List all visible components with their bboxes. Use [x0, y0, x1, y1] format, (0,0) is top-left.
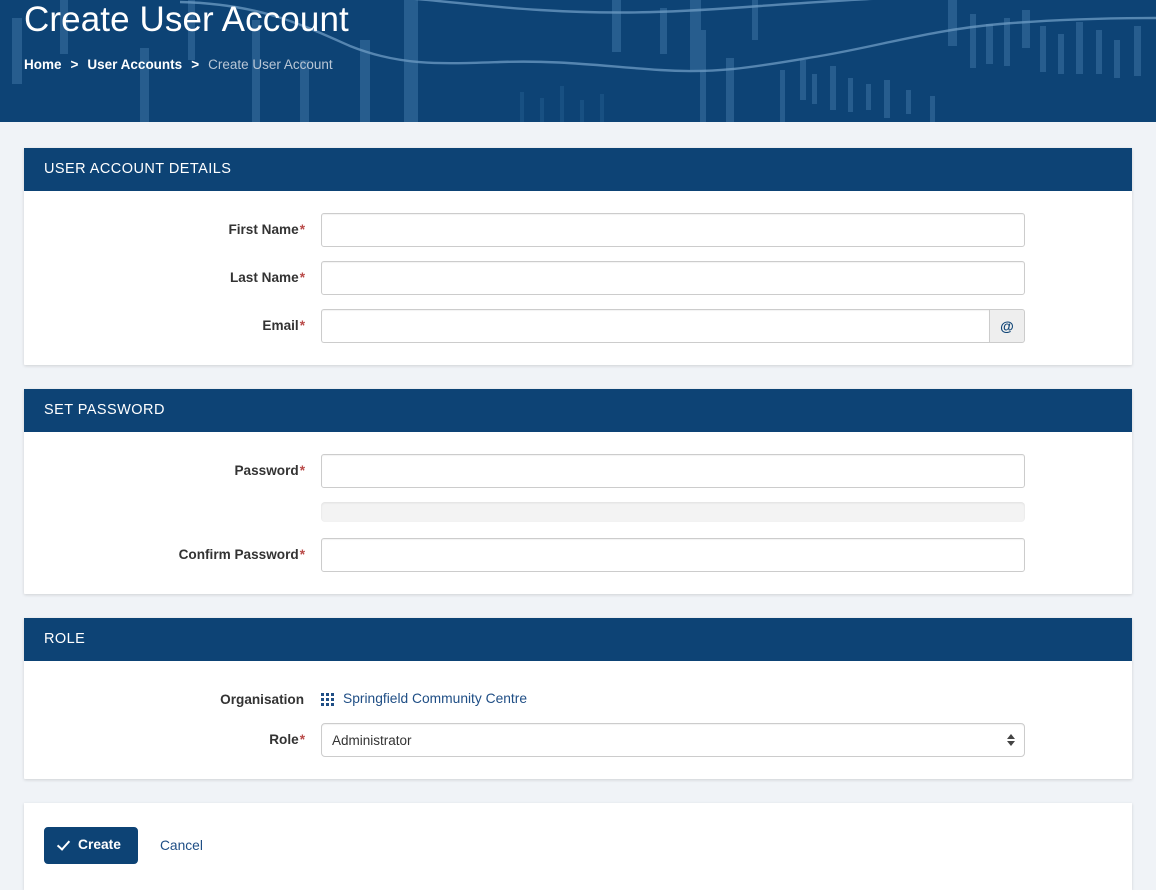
panel-role: ROLE Organisation Springfield Community …	[24, 618, 1132, 779]
required-asterisk: *	[299, 318, 305, 333]
panel-form-actions: Create Cancel	[24, 803, 1132, 890]
label-organisation: Organisation	[24, 683, 321, 709]
role-select-value: Administrator	[332, 732, 412, 748]
label-password-strength-spacer	[24, 502, 321, 510]
label-organisation-text: Organisation	[220, 692, 304, 707]
form-row-organisation: Organisation Springfield Community Centr…	[24, 683, 1132, 709]
panel-body-role: Organisation Springfield Community Centr…	[24, 661, 1132, 779]
role-select[interactable]: Administrator	[321, 723, 1025, 757]
password-input[interactable]	[321, 454, 1025, 488]
chevron-updown-icon	[1007, 734, 1015, 746]
field-email: @	[321, 309, 1025, 343]
breadcrumb-item-user-accounts[interactable]: User Accounts	[87, 57, 182, 73]
grid-icon-dot	[331, 692, 334, 696]
form-row-password: Password*	[24, 454, 1132, 488]
email-input-group: @	[321, 309, 1025, 343]
label-role: Role*	[24, 723, 321, 749]
organisation-value: Springfield Community Centre	[321, 683, 1025, 708]
form-row-password-strength	[24, 502, 1132, 522]
grid-icon-dot	[331, 702, 334, 706]
organisation-link[interactable]: Springfield Community Centre	[343, 690, 527, 708]
field-password	[321, 454, 1025, 488]
required-asterisk: *	[299, 222, 305, 237]
create-button[interactable]: Create	[44, 827, 138, 864]
required-asterisk: *	[299, 463, 305, 478]
page-header: Create User Account Home > User Accounts…	[0, 0, 1156, 122]
last-name-input[interactable]	[321, 261, 1025, 295]
grid-icon-dot	[326, 697, 329, 701]
required-asterisk: *	[299, 547, 305, 562]
page-title: Create User Account	[24, 0, 349, 39]
confirm-password-input[interactable]	[321, 538, 1025, 572]
label-email: Email*	[24, 309, 321, 335]
breadcrumb-item-home[interactable]: Home	[24, 57, 62, 73]
breadcrumb-item-current: Create User Account	[208, 57, 333, 72]
page-content: USER ACCOUNT DETAILS First Name* Last Na…	[0, 122, 1156, 890]
grid-icon-dot	[326, 702, 329, 706]
field-first-name	[321, 213, 1025, 247]
label-role-text: Role	[269, 732, 299, 747]
label-password-text: Password	[234, 463, 299, 478]
form-row-first-name: First Name*	[24, 213, 1132, 247]
panel-heading-user-account-details: USER ACCOUNT DETAILS	[24, 148, 1132, 191]
label-first-name: First Name*	[24, 213, 321, 239]
form-row-confirm-password: Confirm Password*	[24, 538, 1132, 572]
panel-heading-set-password: SET PASSWORD	[24, 389, 1132, 432]
field-last-name	[321, 261, 1025, 295]
label-confirm-password: Confirm Password*	[24, 538, 321, 564]
label-password: Password*	[24, 454, 321, 480]
breadcrumb-separator: >	[191, 57, 200, 72]
panel-user-account-details: USER ACCOUNT DETAILS First Name* Last Na…	[24, 148, 1132, 365]
check-icon	[59, 839, 71, 851]
panel-set-password: SET PASSWORD Password* Confirm Password*	[24, 389, 1132, 594]
panel-body-set-password: Password* Confirm Password*	[24, 432, 1132, 594]
email-input[interactable]	[321, 309, 989, 343]
label-last-name: Last Name*	[24, 261, 321, 287]
breadcrumb: Home > User Accounts > Create User Accou…	[24, 57, 1132, 73]
label-confirm-password-text: Confirm Password	[178, 547, 299, 562]
grid-icon-dot	[321, 692, 324, 696]
panel-body-user-account-details: First Name* Last Name* Email* @	[24, 191, 1132, 365]
field-role: Administrator	[321, 723, 1025, 757]
required-asterisk: *	[299, 732, 305, 747]
at-sign-icon[interactable]: @	[988, 309, 1025, 343]
form-row-email: Email* @	[24, 309, 1132, 343]
password-strength-meter	[321, 502, 1025, 522]
create-button-label: Create	[78, 837, 121, 852]
field-confirm-password	[321, 538, 1025, 572]
grid-icon-dot	[321, 702, 324, 706]
label-last-name-text: Last Name	[229, 270, 299, 285]
required-asterisk: *	[299, 270, 305, 285]
panel-heading-role: ROLE	[24, 618, 1132, 661]
field-organisation: Springfield Community Centre	[321, 683, 1025, 708]
form-row-role: Role* Administrator	[24, 723, 1132, 757]
breadcrumb-separator: >	[70, 57, 79, 72]
first-name-input[interactable]	[321, 213, 1025, 247]
grid-icon	[321, 692, 334, 706]
form-row-last-name: Last Name*	[24, 261, 1132, 295]
label-email-text: Email	[262, 318, 299, 333]
grid-icon-dot	[321, 697, 324, 701]
form-actions: Create Cancel	[44, 827, 1112, 864]
grid-icon-dot	[331, 697, 334, 701]
grid-icon-dot	[326, 692, 329, 696]
field-password-strength	[321, 502, 1025, 522]
label-first-name-text: First Name	[228, 222, 299, 237]
cancel-button[interactable]: Cancel	[160, 838, 203, 853]
